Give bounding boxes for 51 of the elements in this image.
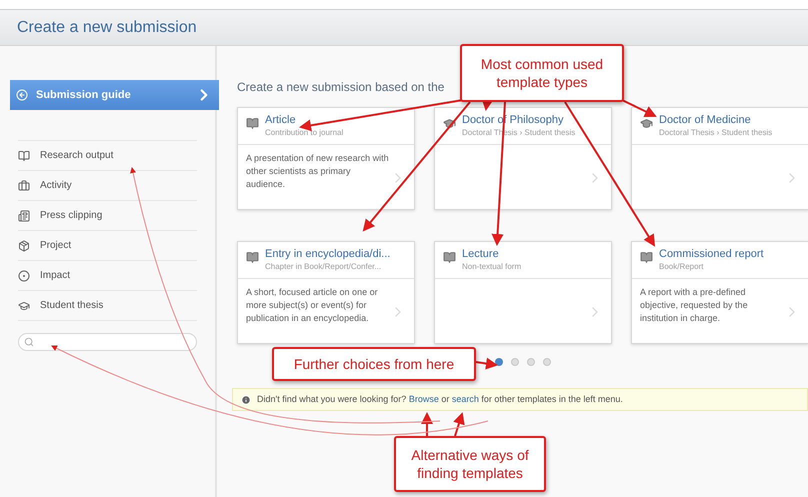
book-icon	[640, 251, 653, 264]
book-icon	[246, 117, 259, 130]
template-description: A report with a pre-defined objective, requested by the institution in charge.	[640, 286, 749, 325]
graduation-cap-icon	[18, 300, 30, 312]
annotation-callout: Alternative ways of finding templates	[394, 436, 546, 492]
book-icon	[443, 251, 456, 264]
annotation-arrow	[476, 358, 498, 370]
template-subtitle: Book/Report	[659, 261, 704, 272]
template-description: A presentation of new research with other scientists as primary audience.	[246, 152, 390, 191]
search-link[interactable]: search	[452, 394, 479, 404]
annotation-arrow	[421, 412, 433, 436]
graduation-cap-icon	[443, 117, 456, 130]
book-icon	[18, 150, 30, 162]
template-description: A short, focused article on one or more subject(s) or event(s) for publication in an encyclopedia.	[246, 286, 379, 325]
template-subtitle: Doctoral Thesis › Student thesis	[659, 127, 772, 138]
sidebar-item[interactable]: Activity	[18, 171, 197, 201]
template-subtitle: Non-textual form	[462, 261, 522, 272]
sidebar-item[interactable]: Impact	[18, 261, 197, 291]
search-icon	[24, 337, 34, 347]
target-icon	[18, 270, 30, 282]
annotation-callout: Most common used template types	[460, 44, 624, 102]
section-heading: Create a new submission based on the	[237, 80, 444, 94]
box-icon	[18, 240, 30, 252]
template-card[interactable]: Lecture Non-textual form	[434, 241, 612, 344]
template-card[interactable]: Article Contribution to journal A presentation of new research with other scientists as primary audience.	[237, 107, 415, 210]
annotation-arrow	[453, 412, 465, 436]
page-title: Create a new submission	[17, 18, 197, 38]
sidebar-item[interactable]: Press clipping	[18, 201, 197, 231]
sidebar-item[interactable]: Research output	[18, 141, 197, 171]
book-icon	[246, 251, 259, 264]
template-subtitle: Chapter in Book/Report/Confer...	[265, 261, 382, 272]
briefcase-icon	[18, 180, 30, 192]
newspaper-icon	[18, 210, 30, 222]
info-text: Didn't find what you were looking for? Browse or search for other templates in the left menu.	[257, 392, 623, 406]
browse-link[interactable]: Browse	[408, 394, 439, 404]
submission-guide-button[interactable]: Submission guide	[10, 80, 219, 110]
template-subtitle: Contribution to journal	[265, 127, 344, 138]
graduation-cap-icon	[640, 117, 653, 130]
template-card[interactable]: Commissioned report Book/Report A report with a pre-defined objective, requested by the institution in charge.	[631, 241, 808, 344]
template-card[interactable]: Entry in encyclopedia/di... Chapter in Book/Report/Confer... A short, focused article on one or more subject(s) or event(s) for publication in an encyclopedia.	[237, 241, 415, 344]
template-title: Doctor of Medicine	[659, 114, 752, 127]
template-title: Entry in encyclopedia/di...	[265, 248, 390, 261]
template-title: Commissioned report	[659, 248, 764, 261]
template-title: Article	[265, 114, 297, 127]
sidebar-item[interactable]: Student thesis	[18, 291, 197, 321]
template-title: Lecture	[462, 248, 500, 261]
search-field[interactable]	[18, 333, 197, 351]
sidebar-item[interactable]: Project	[18, 231, 197, 261]
annotation-callout: Further choices from here	[272, 347, 476, 381]
info-icon	[241, 394, 251, 404]
template-card[interactable]: Doctor of Medicine Doctoral Thesis › Student thesis	[631, 107, 808, 210]
